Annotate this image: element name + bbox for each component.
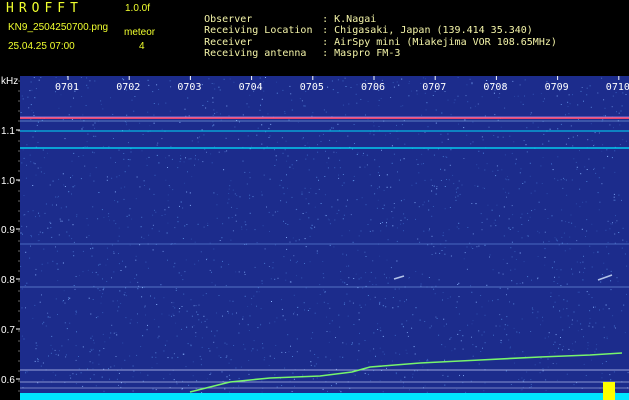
time-label: 0706: [361, 82, 385, 93]
spectrogram-background: [20, 76, 629, 400]
y-tick-label: 0.7: [1, 325, 15, 336]
y-tick-label: 1.1: [1, 126, 15, 137]
time-label: 0708: [483, 82, 507, 93]
time-label: 0710: [606, 82, 629, 93]
y-tick-label: 0.8: [1, 275, 15, 286]
time-label: 0703: [177, 82, 201, 93]
y-tick-label: 0.6: [1, 375, 15, 386]
header-panel: HROFFT 1.0.0f KN9_2504250700.png meteor …: [0, 0, 629, 76]
time-label: 0709: [545, 82, 569, 93]
y-tick-label: 1.0: [1, 176, 15, 187]
detection-count: 4: [139, 41, 145, 52]
app-version: 1.0.0f: [125, 3, 151, 14]
file-name: KN9_2504250700.png: [8, 22, 109, 33]
info-value: : Maspro FM-3: [322, 48, 401, 59]
y-axis: 1.1 1.0 0.9 0.8 0.7 0.6: [1, 80, 20, 392]
y-tick-label: 0.9: [1, 225, 15, 236]
spectrogram-svg: kHz 1.1 1.0 0.9 0.8 0.7 0.6 0701 0702 0703 0704 0…: [1, 76, 629, 400]
date-time: 25.04.25 07:00: [8, 41, 75, 52]
mode-label: meteor: [124, 27, 156, 38]
time-label: 0707: [422, 82, 446, 93]
app-brand: HROFFT: [6, 1, 83, 16]
spectrogram: kHz 1.1 1.0 0.9 0.8 0.7 0.6 0701 0702 0703 0704 0…: [0, 76, 629, 400]
time-label: 0704: [239, 82, 263, 93]
info-antenna: Receiving antenna : Maspro FM-3: [180, 39, 400, 69]
info-key: Receiving antenna: [204, 48, 307, 59]
time-label: 0702: [116, 82, 140, 93]
time-label: 0701: [55, 82, 79, 93]
y-axis-label: kHz: [1, 76, 18, 87]
time-label: 0705: [300, 82, 324, 93]
